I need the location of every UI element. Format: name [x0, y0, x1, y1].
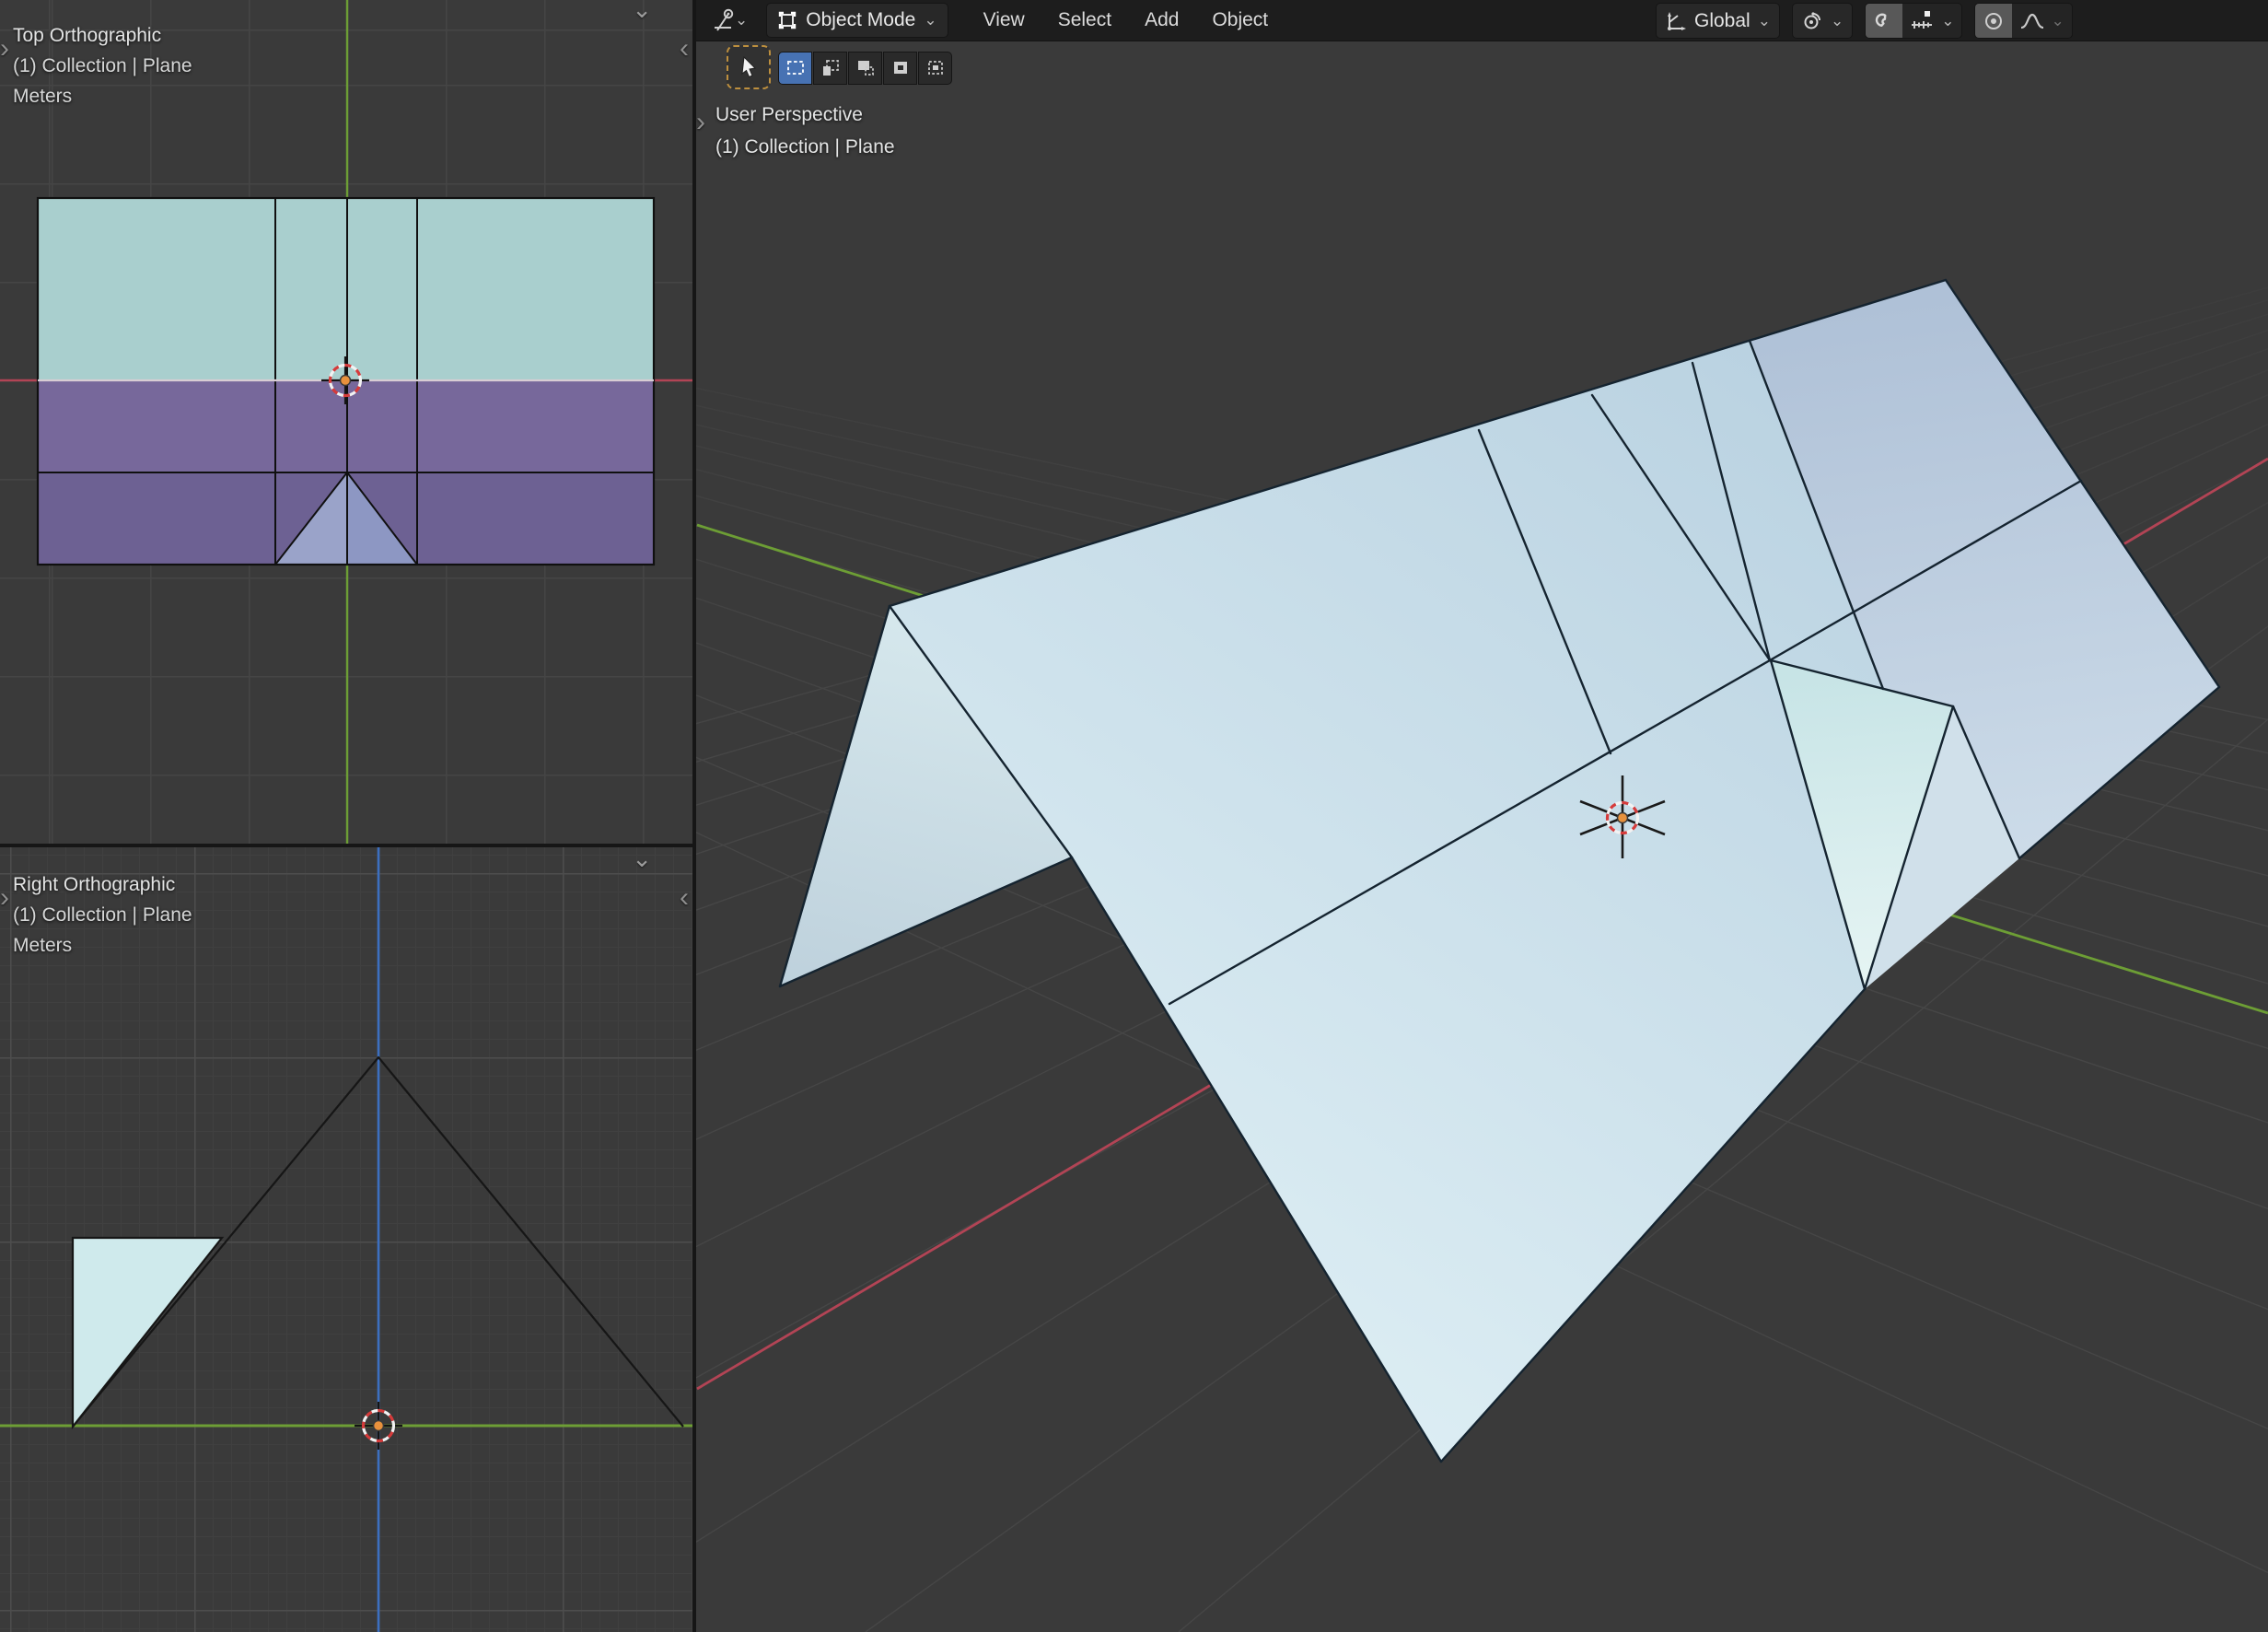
viewport-right-orthographic[interactable]: Right Orthographic (1) Collection | Plan…: [0, 847, 692, 1632]
proportional-icon: [1983, 10, 2005, 32]
chevron-down-icon: ⌄: [1831, 17, 1843, 26]
viewport-title: Right Orthographic: [13, 873, 175, 897]
select-box-extend-icon: [820, 59, 841, 77]
select-box-new-icon: [785, 59, 806, 77]
viewport-main-perspective[interactable]: ⌄ Object Mode ⌄ View Select Add Object: [696, 0, 2268, 1632]
snap-increment-icon: [1910, 9, 1936, 33]
active-tool-tweak-button[interactable]: [727, 45, 771, 89]
breadcrumb: (1) Collection | Plane: [13, 54, 192, 78]
mode-label: Object Mode: [806, 9, 915, 31]
3d-cursor: [355, 1402, 402, 1450]
pivot-point-dropdown[interactable]: ⌄: [1792, 3, 1853, 39]
orientation-axes-icon: [1665, 10, 1687, 32]
menu-view[interactable]: View: [971, 4, 1038, 37]
toolbar-expand-icon[interactable]: ›: [0, 884, 9, 912]
editor-type-button[interactable]: ⌄: [705, 5, 753, 36]
viewport-header: ⌄ Object Mode ⌄ View Select Add Object: [696, 0, 2268, 41]
axis-lines: [0, 0, 692, 844]
main-scene: [696, 0, 2268, 1632]
pivot-icon: [1801, 10, 1823, 32]
toolbar-expand-icon[interactable]: ›: [696, 109, 705, 136]
select-box-intersect-icon: [925, 59, 946, 77]
chevron-down-icon: ⌄: [2051, 17, 2064, 26]
select-box-subtract-icon: [855, 59, 876, 77]
sidebar-expand-icon[interactable]: ‹: [680, 35, 689, 63]
falloff-dropdown[interactable]: ⌄: [2012, 4, 2071, 38]
select-mode-new-button[interactable]: [778, 52, 812, 85]
select-mode-subtract-button[interactable]: [848, 52, 882, 85]
top-ortho-scene: [0, 0, 692, 844]
blender-window: Top Orthographic (1) Collection | Plane …: [0, 0, 2268, 1632]
proportional-edit-cluster: ⌄: [1974, 3, 2072, 39]
select-mode-extend-button[interactable]: [813, 52, 847, 85]
chevron-down-icon: ⌄: [924, 16, 936, 25]
viewport-title: User Perspective: [715, 103, 863, 127]
select-mode-group: [778, 52, 952, 85]
sidebar-expand-icon[interactable]: ‹: [680, 884, 689, 912]
snap-cluster: ⌄: [1865, 3, 1962, 39]
select-mode-invert-button[interactable]: [883, 52, 917, 85]
select-mode-intersect-button[interactable]: [918, 52, 952, 85]
menu-add[interactable]: Add: [1132, 4, 1192, 37]
mode-dropdown[interactable]: Object Mode ⌄: [766, 3, 948, 38]
tweak-cursor-icon: [738, 55, 760, 79]
select-box-invert-icon: [890, 59, 911, 77]
transform-orientation-dropdown[interactable]: Global ⌄: [1656, 3, 1780, 39]
menu-bar: View Select Add Object: [971, 4, 1282, 37]
left-viewport-column: Top Orthographic (1) Collection | Plane …: [0, 0, 692, 1632]
chevron-down-icon[interactable]: ⌄: [632, 849, 652, 868]
menu-select[interactable]: Select: [1045, 4, 1124, 37]
toolbar-expand-icon[interactable]: ›: [0, 35, 9, 63]
chevron-down-icon[interactable]: ⌄: [632, 0, 652, 18]
viewport-top-orthographic[interactable]: Top Orthographic (1) Collection | Plane …: [0, 0, 692, 844]
viewport-title: Top Orthographic: [13, 24, 161, 48]
falloff-curve-icon: [2019, 10, 2045, 32]
menu-object[interactable]: Object: [1199, 4, 1281, 37]
breadcrumb: (1) Collection | Plane: [13, 903, 192, 927]
orientation-label: Global: [1694, 10, 1750, 32]
object-mode-icon: [777, 10, 797, 30]
proportional-toggle-button[interactable]: [1975, 4, 2012, 38]
chevron-down-icon: ⌄: [1758, 17, 1771, 26]
snap-with-dropdown[interactable]: ⌄: [1902, 4, 1961, 38]
snap-toggle-button[interactable]: [1866, 4, 1902, 38]
breadcrumb: (1) Collection | Plane: [715, 135, 895, 159]
unit-label: Meters: [13, 85, 72, 109]
header-right-cluster: Global ⌄ ⌄: [1656, 3, 2073, 39]
editor-3d-viewport-icon: [711, 8, 735, 32]
right-ortho-scene: [0, 847, 692, 1632]
unit-label: Meters: [13, 934, 72, 958]
chevron-down-icon: ⌄: [1941, 17, 1954, 26]
magnet-icon: [1873, 10, 1895, 32]
chevron-down-icon: ⌄: [735, 16, 748, 25]
